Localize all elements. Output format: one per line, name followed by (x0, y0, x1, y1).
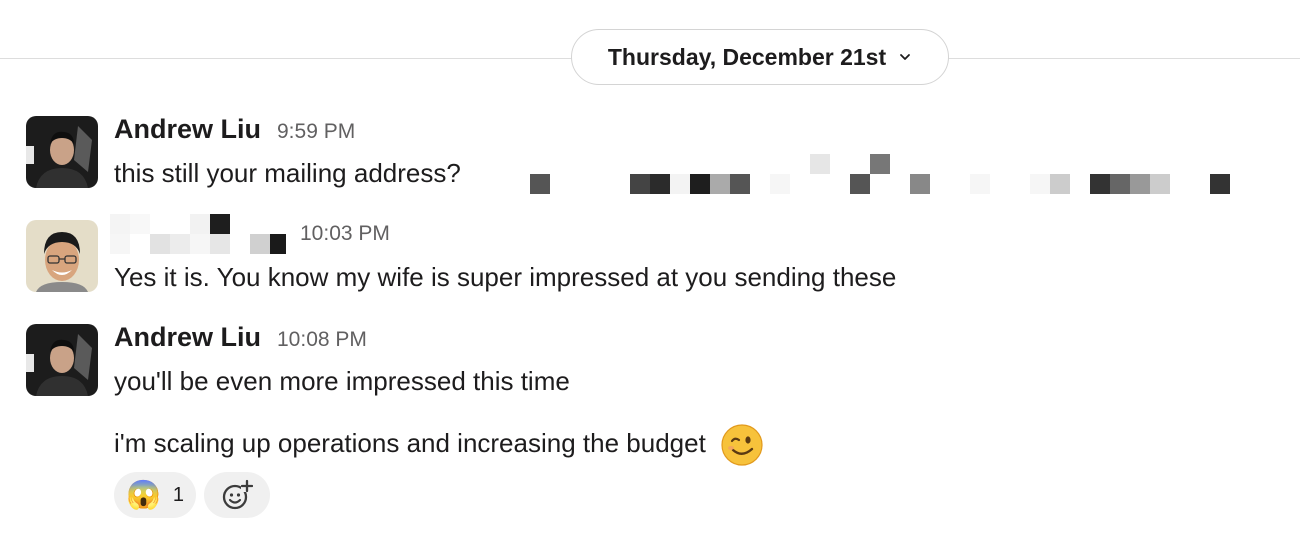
add-reaction-button[interactable] (204, 472, 270, 518)
message-author[interactable]: Andrew Liu (114, 114, 261, 145)
date-divider-label: Thursday, December 21st (607, 43, 887, 70)
message-author[interactable]: Andrew Liu (114, 322, 261, 353)
message-text: i'm scaling up operations and increasing… (114, 427, 706, 458)
avatar-image (26, 116, 98, 188)
avatar-image (26, 220, 98, 292)
message-timestamp[interactable]: 10:03 PM (300, 222, 390, 246)
avatar[interactable] (26, 324, 98, 396)
message-text: this still your mailing address? (114, 158, 461, 188)
message-timestamp[interactable]: 10:08 PM (277, 328, 367, 352)
avatar[interactable] (26, 116, 98, 188)
add-reaction-icon (222, 479, 253, 510)
message-text: Yes it is. You know my wife is super imp… (114, 262, 897, 292)
date-divider-button[interactable]: Thursday, December 21st (571, 29, 949, 85)
avatar[interactable] (26, 220, 98, 292)
message-text: you'll be even more impressed this time (114, 366, 570, 396)
wink-emoji-icon (721, 424, 763, 466)
message-timestamp[interactable]: 9:59 PM (277, 120, 355, 144)
reaction-count: 1 (172, 483, 184, 506)
reactions-bar: 😱 1 (114, 472, 270, 518)
reaction-pill[interactable]: 😱 1 (114, 472, 196, 518)
avatar-image (26, 324, 98, 396)
message-text-line-2: i'm scaling up operations and increasing… (114, 424, 763, 466)
chevron-down-icon (900, 54, 911, 60)
scream-emoji-icon: 😱 (126, 479, 161, 510)
